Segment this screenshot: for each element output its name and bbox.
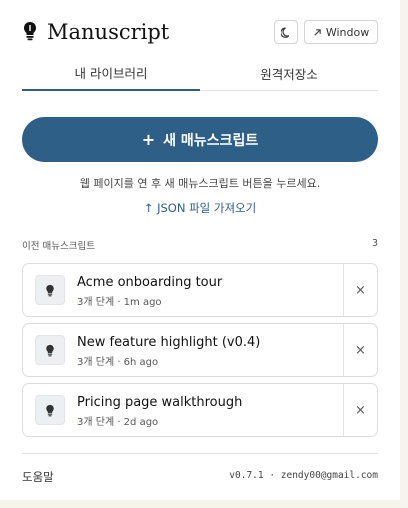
version-info: v0.7.1 · zendy00@gmail.com	[229, 470, 378, 481]
arrow-up-right-icon	[314, 28, 321, 36]
app-title: Manuscript	[47, 20, 170, 44]
open-window-button[interactable]: Window	[304, 20, 378, 44]
plus-icon: +	[141, 130, 156, 149]
manuscript-title: Acme onboarding tour	[77, 275, 223, 290]
footer-divider	[22, 453, 378, 454]
delete-manuscript-button[interactable]: ×	[343, 384, 377, 436]
new-manuscript-label: 새 매뉴스크립트	[163, 132, 259, 149]
manuscript-meta: 3개 단계 · 2d ago	[77, 417, 159, 428]
manuscript-title: Pricing page walkthrough	[77, 395, 243, 410]
help-link[interactable]: 도움말	[22, 469, 54, 485]
header: Manuscript Window	[22, 18, 378, 48]
tab-bar: 내 라이브러리 원격저장소	[22, 56, 378, 91]
manuscript-item[interactable]: New feature highlight (v0.4) 3개 단계 · 6h …	[22, 323, 378, 377]
tab-my-library[interactable]: 내 라이브러리	[22, 56, 200, 91]
moon-icon	[280, 27, 289, 38]
manuscript-meta: 3개 단계 · 1m ago	[77, 297, 162, 308]
side-panel: Manuscript Window 내 라이브러리 원격저장소 + 새 매뉴스크…	[0, 0, 400, 500]
manuscript-item[interactable]: Acme onboarding tour 3개 단계 · 1m ago ×	[22, 263, 378, 317]
delete-manuscript-button[interactable]: ×	[343, 324, 377, 376]
previous-manuscripts-header: 이전 매뉴스크립트 3	[22, 238, 378, 252]
manuscript-item[interactable]: Pricing page walkthrough 3개 단계 · 2d ago …	[22, 383, 378, 437]
import-json-link[interactable]: ↑ JSON 파일 가져오기	[22, 200, 378, 216]
bulb-icon	[35, 395, 65, 425]
theme-toggle-button[interactable]	[274, 20, 298, 44]
manuscript-list: Acme onboarding tour 3개 단계 · 1m ago × Ne…	[22, 263, 378, 443]
tab-remote-storage[interactable]: 원격저장소	[200, 56, 378, 91]
manuscript-meta: 3개 단계 · 6h ago	[77, 357, 159, 368]
bulb-icon	[24, 22, 36, 41]
manuscript-title: New feature highlight (v0.4)	[77, 335, 261, 350]
new-manuscript-hint: 웹 페이지를 연 후 새 매뉴스크립트 버튼을 누르세요.	[79, 177, 321, 190]
section-title: 이전 매뉴스크립트	[22, 241, 95, 252]
bulb-icon	[35, 275, 65, 305]
new-manuscript-button[interactable]: + 새 매뉴스크립트	[22, 117, 378, 162]
bulb-icon	[35, 335, 65, 365]
delete-manuscript-button[interactable]: ×	[343, 264, 377, 316]
manuscript-count: 3	[371, 238, 378, 249]
window-button-label: Window	[325, 25, 370, 39]
